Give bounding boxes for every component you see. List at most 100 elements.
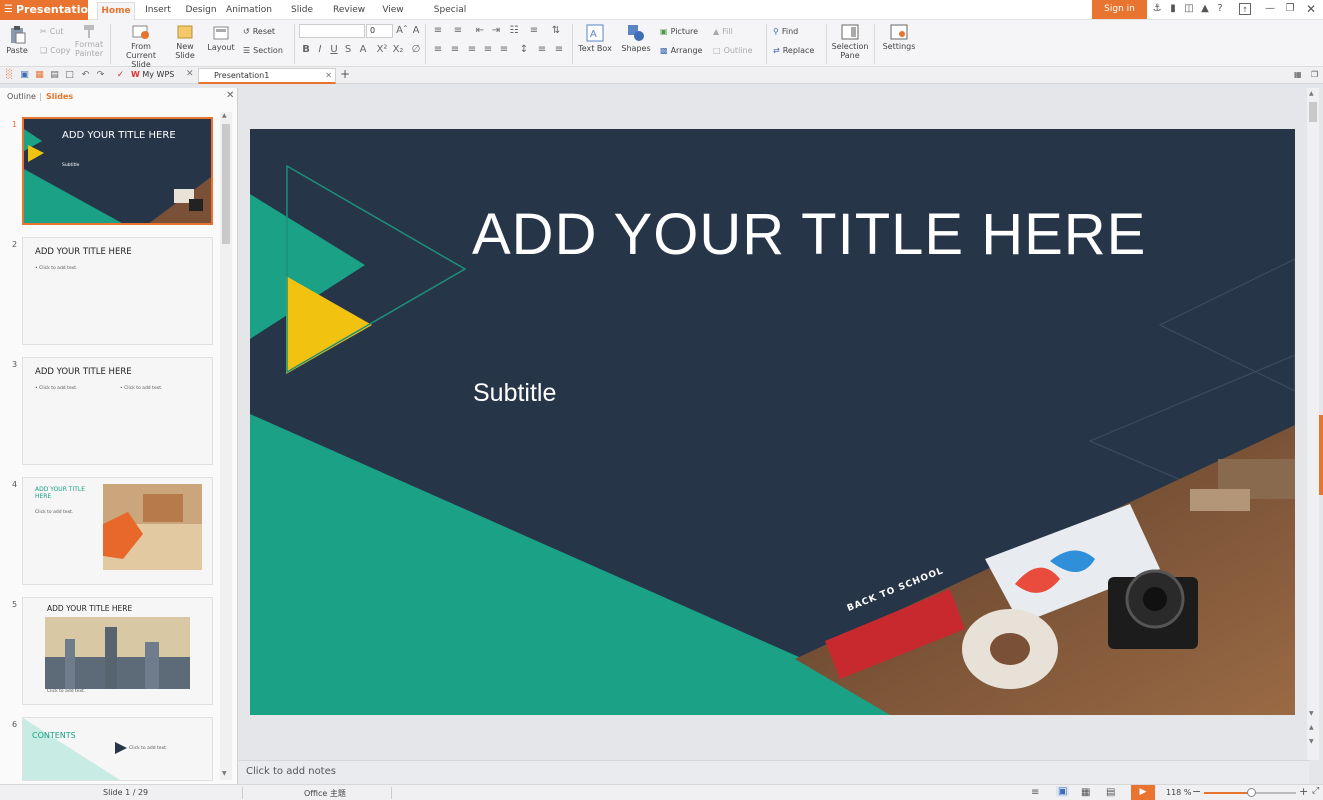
tab-review[interactable]: Review xyxy=(333,0,365,20)
slide-title[interactable]: ADD YOUR TITLE HERE xyxy=(472,201,1146,268)
tab-outline[interactable]: Outline xyxy=(7,92,36,101)
align-center-icon[interactable]: ≡ xyxy=(449,44,461,55)
cart-icon[interactable]: ⚓ xyxy=(1151,3,1163,15)
help-icon[interactable]: ? xyxy=(1214,3,1226,15)
align-text-icon[interactable]: ≡ xyxy=(528,25,540,36)
tab-design[interactable]: Design xyxy=(184,0,218,20)
notes-toggle-icon[interactable]: ≡ xyxy=(1031,787,1039,798)
slide-canvas[interactable]: BACK TO SCHOOL ADD YOUR TITLE HERE Subti… xyxy=(250,129,1295,715)
tab-restore-icon[interactable]: ❐ xyxy=(1311,70,1318,79)
tab-slides[interactable]: Slides xyxy=(46,92,73,101)
decrease-indent-icon[interactable]: ⇤ xyxy=(474,25,486,36)
font-size-field[interactable]: 0 xyxy=(366,24,393,38)
settings-button[interactable]: Settings xyxy=(879,24,919,51)
document-tab[interactable]: Presentation1 ✕ xyxy=(198,68,336,84)
tab-slide-show[interactable]: Slide Show xyxy=(279,0,325,35)
my-wps-tab[interactable]: W My WPS xyxy=(131,70,174,79)
paragraph-spacing-icon[interactable]: ≡ xyxy=(536,44,548,55)
bookmark-icon[interactable]: ▮ xyxy=(1167,3,1179,15)
shirt-icon[interactable]: ▲ xyxy=(1199,3,1211,15)
open-icon[interactable]: ░ xyxy=(4,70,15,81)
tab-home[interactable]: Home xyxy=(97,2,135,21)
slide-thumbnail-4[interactable]: ADD YOUR TITLE HERE Click to add text. xyxy=(22,477,213,585)
tab-special-features[interactable]: Special Features xyxy=(418,0,482,35)
close-tab-icon[interactable]: ✕ xyxy=(186,69,194,79)
arrange-button[interactable]: ▩ Arrange xyxy=(660,44,702,56)
slide-subtitle[interactable]: Subtitle xyxy=(473,379,556,408)
superscript-icon[interactable]: X² xyxy=(376,44,388,55)
slide-sorter-icon[interactable]: ▦ xyxy=(1081,787,1090,798)
shapes-button[interactable]: Shapes xyxy=(618,24,654,53)
subscript-icon[interactable]: X₂ xyxy=(392,44,404,55)
outline-button[interactable]: □ Outline xyxy=(713,44,753,56)
zoom-slider-thumb[interactable] xyxy=(1247,788,1256,797)
cut-button[interactable]: ✂ Cut xyxy=(40,25,64,37)
layout-button[interactable]: Layout xyxy=(204,25,238,52)
slide-scrollbar[interactable]: ▲ ▼ ▲ ▼ xyxy=(1307,88,1319,760)
preview-icon[interactable]: □ xyxy=(64,70,75,81)
scrollbar-thumb[interactable] xyxy=(222,124,230,244)
justify-icon[interactable]: ≡ xyxy=(482,44,494,55)
redo-icon[interactable]: ↷ xyxy=(95,70,106,81)
new-tab-icon[interactable]: + xyxy=(340,67,350,81)
from-current-slide-button[interactable]: From Current Slide xyxy=(115,24,167,69)
tab-insert[interactable]: Insert xyxy=(143,0,173,20)
numbering-icon[interactable]: ≡ xyxy=(452,25,464,36)
picture-button[interactable]: ▣ Picture xyxy=(660,25,698,37)
underline-icon[interactable]: U xyxy=(328,44,340,55)
clear-format-icon[interactable]: ∅ xyxy=(410,44,422,55)
slide-thumbnail-2[interactable]: ADD YOUR TITLE HERE • Click to add text. xyxy=(22,237,213,345)
distribute-icon[interactable]: ≡ xyxy=(498,44,510,55)
close-icon[interactable]: ✕ xyxy=(1305,3,1317,15)
fit-window-icon[interactable]: ⤢ xyxy=(1312,786,1319,796)
columns-icon[interactable]: ☷ xyxy=(508,25,520,36)
line-spacing-icon[interactable]: ↕ xyxy=(518,44,530,55)
sign-in-button[interactable]: Sign in xyxy=(1092,0,1147,19)
zoom-in-icon[interactable]: + xyxy=(1299,785,1308,798)
increase-indent-icon[interactable]: ⇥ xyxy=(490,25,502,36)
play-slideshow-icon[interactable]: ▶ xyxy=(1131,785,1155,800)
tab-animation[interactable]: Animation xyxy=(226,0,272,20)
restore-icon[interactable]: ↑ xyxy=(1239,3,1251,15)
minimize-icon[interactable]: — xyxy=(1264,3,1276,15)
undo-icon[interactable]: ↶ xyxy=(80,70,91,81)
bullets-icon[interactable]: ≡ xyxy=(432,25,444,36)
app-menu-button[interactable]: ☰ Presentation ▼ xyxy=(0,0,105,20)
save-icon[interactable]: ▣ xyxy=(19,70,30,81)
maximize-icon[interactable]: ❐ xyxy=(1284,3,1296,15)
grow-font-icon[interactable]: Aˆ xyxy=(396,25,408,36)
scroll-down-icon[interactable]: ▼ xyxy=(222,770,227,777)
reading-view-icon[interactable]: ▤ xyxy=(1106,787,1115,798)
zoom-out-icon[interactable]: − xyxy=(1192,785,1201,798)
zoom-level[interactable]: 118 % xyxy=(1166,788,1191,797)
paste-button[interactable]: Paste xyxy=(4,26,30,55)
italic-icon[interactable]: I xyxy=(314,44,326,55)
book-icon[interactable]: ◫ xyxy=(1183,3,1195,15)
scroll-up-icon[interactable]: ▲ xyxy=(1309,90,1314,97)
text-box-button[interactable]: A Text Box xyxy=(576,24,614,53)
print-icon[interactable]: ▤ xyxy=(49,70,60,81)
font-color-icon[interactable]: A xyxy=(357,44,369,55)
text-direction-icon[interactable]: ⇅ xyxy=(550,25,562,36)
slide-thumbnail-3[interactable]: ADD YOUR TITLE HERE • Click to add text.… xyxy=(22,357,213,465)
reset-button[interactable]: ↺ Reset xyxy=(243,25,275,37)
export-icon[interactable]: ▦ xyxy=(34,70,45,81)
normal-view-icon[interactable]: ▣ xyxy=(1056,786,1070,797)
notes-area[interactable]: Click to add notes xyxy=(239,760,1309,784)
shrink-font-icon[interactable]: A xyxy=(410,25,422,36)
align-right-icon[interactable]: ≡ xyxy=(466,44,478,55)
thumbnails-scrollbar[interactable]: ▲ ▼ xyxy=(220,112,232,780)
strikethrough-icon[interactable]: S xyxy=(342,44,354,55)
new-slide-button[interactable]: New Slide xyxy=(172,24,198,60)
replace-button[interactable]: ⇄ Replace xyxy=(773,44,814,56)
copy-button[interactable]: ❏ Copy xyxy=(40,44,70,56)
fill-button[interactable]: ▲ Fill xyxy=(713,25,733,37)
wps-check-icon[interactable]: ✓ xyxy=(115,70,126,81)
scroll-down-icon[interactable]: ▼ xyxy=(1309,710,1314,717)
tab-view[interactable]: View xyxy=(381,0,405,20)
slide-thumbnail-6[interactable]: CONTENTS Click to add text. xyxy=(22,717,213,781)
font-name-field[interactable] xyxy=(299,24,365,38)
align-left-icon[interactable]: ≡ xyxy=(432,44,444,55)
close-pane-icon[interactable]: ✕ xyxy=(226,90,234,101)
tab-menu-icon[interactable]: ▦ xyxy=(1294,70,1302,79)
